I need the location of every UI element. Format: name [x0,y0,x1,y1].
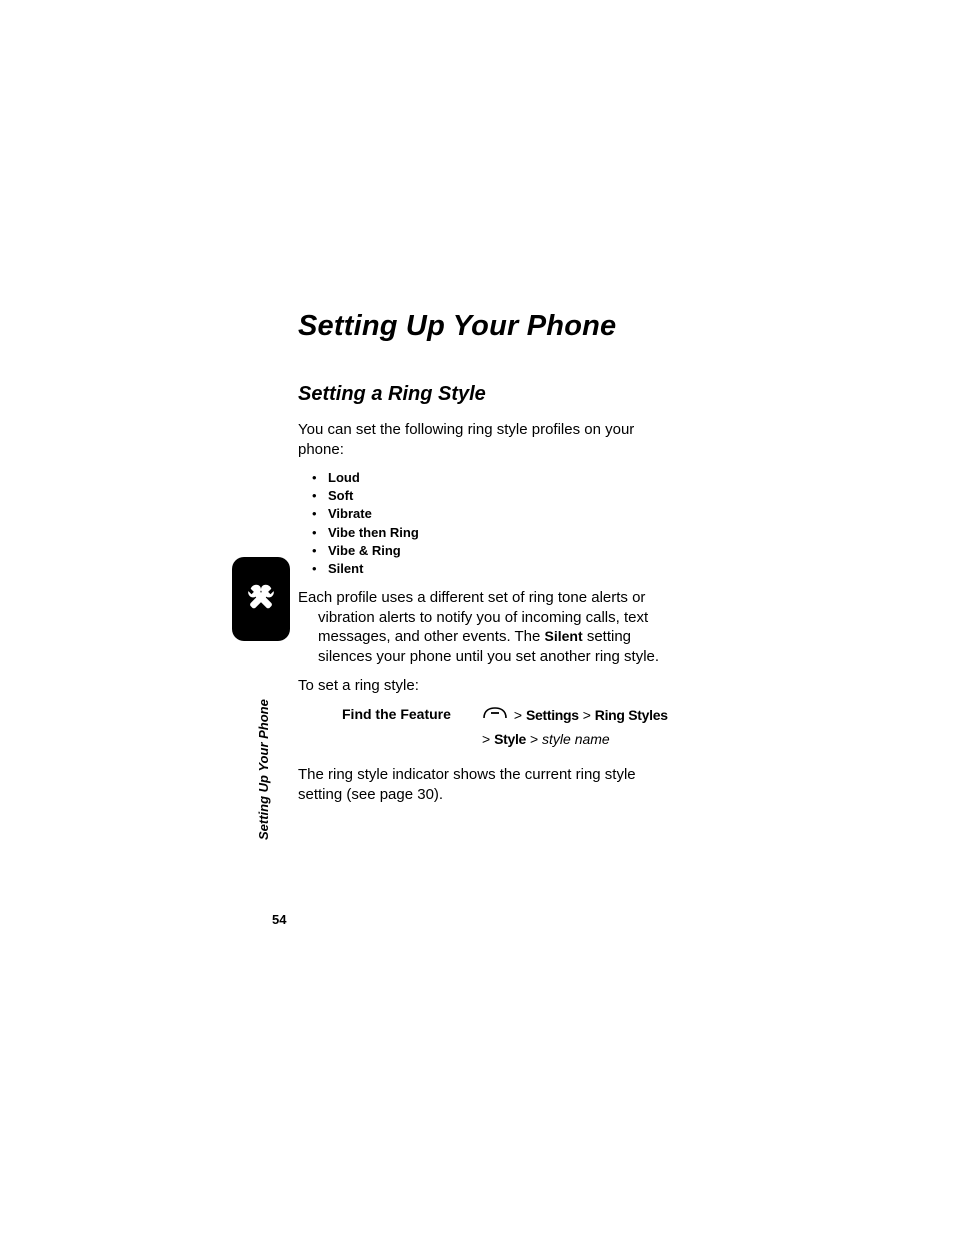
list-item: Loud [328,469,678,487]
wrench-icon [242,580,280,618]
wrench-icon-box [232,557,290,641]
list-item: Vibrate [328,505,678,523]
page-content: Setting Up Your Phone Setting a Ring Sty… [298,310,678,814]
list-item: Vibe then Ring [328,524,678,542]
section-title: Setting a Ring Style [298,383,678,406]
page-number: 54 [272,912,286,927]
feature-path-line2: > Style > style name [482,730,678,750]
sep: > [583,707,591,723]
path-ringstyles: Ring Styles [595,707,668,723]
list-item: Vibe & Ring [328,542,678,560]
find-feature-label: Find the Feature [342,706,482,722]
closing-text: The ring style indicator shows the curre… [298,765,678,804]
menu-button-icon [482,706,508,726]
profile-list: Loud Soft Vibrate Vibe then Ring Vibe & … [298,469,678,578]
desc-text: Each profile uses a different set of rin… [298,589,645,606]
silent-label: Silent [545,628,583,644]
path-settings: Settings [526,707,579,723]
find-feature-row: Find the Feature > Settings > Ring Style… [342,706,678,726]
path-stylename: style name [542,731,610,747]
path-style: Style [494,731,526,747]
to-set-text: To set a ring style: [298,676,678,696]
intro-text: You can set the following ring style pro… [298,420,678,459]
sep: > [530,731,538,747]
chapter-title: Setting Up Your Phone [298,310,678,343]
description-paragraph: Each profile uses a different set of rin… [298,588,678,666]
side-tab-label: Setting Up Your Phone [256,699,271,840]
sep: > [514,707,522,723]
sep: > [482,731,490,747]
feature-path-line1: > Settings > Ring Styles [482,706,668,726]
list-item: Soft [328,487,678,505]
list-item: Silent [328,560,678,578]
